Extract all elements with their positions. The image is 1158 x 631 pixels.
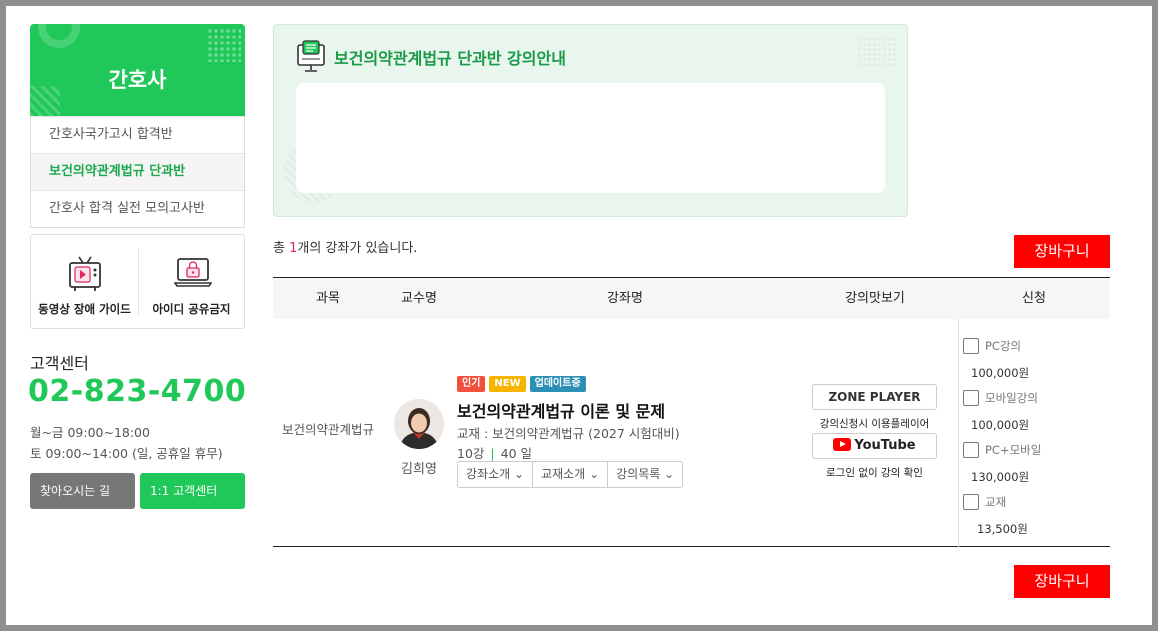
- checkbox[interactable]: [963, 390, 979, 406]
- row-subject: 보건의약관계법규: [281, 422, 374, 437]
- zone-player-button[interactable]: ZONE PLAYER: [812, 384, 937, 410]
- sidebar-item-law-course[interactable]: 보건의약관계법규 단과반: [31, 153, 244, 190]
- customer-center-title: 고객센터: [30, 354, 89, 373]
- option-pc[interactable]: PC강의: [963, 338, 1021, 354]
- header-preview: 강의맛보기: [845, 291, 905, 306]
- sidebar-item-national-exam[interactable]: 간호사국가고시 합격반: [31, 116, 244, 153]
- course-intro-label: 강좌소개: [466, 467, 511, 481]
- badge-updating: 업데이트중: [529, 376, 586, 392]
- id-share-label: 아이디 공유금지: [152, 302, 231, 316]
- youtube-play-icon: [833, 438, 852, 451]
- inquiry-button[interactable]: 1:1 고객센터: [140, 473, 245, 509]
- customer-center-phone: 02-823-4700: [28, 374, 247, 409]
- category-header: 간호사: [30, 24, 245, 116]
- decor-dots: [207, 28, 241, 62]
- category-title: 간호사: [108, 68, 167, 92]
- course-duration: 40 일: [500, 446, 533, 461]
- youtube-label: YouTube: [854, 438, 916, 453]
- notice-title: 보건의약관계법규 단과반 강의안내: [334, 49, 566, 68]
- checkbox[interactable]: [963, 338, 979, 354]
- customer-center-hours: 월~금 09:00~18:00 토 09:00~14:00 (일, 공휴일 휴무…: [30, 422, 223, 464]
- zone-player-caption: 강의신청시 이용플레이어: [819, 418, 930, 430]
- option-pc-mobile-label: PC+모바일: [985, 443, 1042, 457]
- option-book-label: 교재: [985, 495, 1007, 509]
- header-professor: 교수명: [401, 291, 437, 306]
- course-count: 총 1개의 강좌가 있습니다.: [273, 237, 417, 256]
- checkbox[interactable]: [963, 494, 979, 510]
- youtube-button[interactable]: YouTube: [812, 433, 937, 459]
- option-pc-label: PC강의: [985, 339, 1022, 353]
- professor-avatar: [394, 399, 444, 449]
- course-button-group: 강좌소개 ⌄ 교재소개 ⌄ 강의목록 ⌄: [457, 461, 684, 488]
- course-meta: 10강 | 40 일: [457, 443, 532, 462]
- cart-button-top[interactable]: 장바구니: [1014, 235, 1110, 268]
- course-title[interactable]: 보건의약관계법규 이론 및 문제: [457, 398, 665, 422]
- decor-dots: [857, 37, 897, 67]
- badge-popular: 인기: [457, 376, 486, 392]
- course-table: 과목 교수명 강좌명 강의맛보기 신청 보건의약관계법규 김희영 인기 NEW …: [273, 277, 1110, 547]
- lecture-count: 10강: [457, 446, 485, 461]
- sidebar-menu: 간호사국가고시 합격반 보건의약관계법규 단과반 간호사 합격 실전 모의고사반: [30, 116, 245, 228]
- header-subject: 과목: [316, 291, 340, 306]
- option-mobile[interactable]: 모바일강의: [963, 390, 1038, 406]
- professor-name[interactable]: 김희영: [389, 458, 449, 477]
- chevron-down-icon: ⌄: [514, 467, 525, 481]
- laptop-lock-icon: [174, 258, 212, 287]
- tv-icon: [69, 256, 101, 291]
- professor-photo: [394, 399, 444, 449]
- option-pc-mobile[interactable]: PC+모바일: [963, 442, 1041, 458]
- chevron-down-icon: ⌄: [589, 467, 600, 481]
- option-book-price: 13,500원: [977, 522, 1028, 536]
- monitor-chat-icon: [297, 40, 325, 72]
- course-book: 교재 : 보건의약관계법규 (2027 시험대비): [457, 426, 680, 441]
- course-notice: 보건의약관계법규 단과반 강의안내: [273, 24, 908, 217]
- count-suffix: 개의 강좌가 있습니다.: [297, 241, 418, 256]
- book-intro-button[interactable]: 교재소개 ⌄: [533, 462, 609, 487]
- directions-button[interactable]: 찾아오시는 길: [30, 473, 135, 509]
- header-apply: 신청: [1022, 291, 1046, 306]
- apply-options: PC강의 100,000원 모바일강의 100,000원 PC+모바일 130,…: [958, 319, 1110, 547]
- meta-separator: |: [490, 446, 495, 461]
- table-row: 보건의약관계법규 김희영 인기 NEW 업데이트중 보건의약관계법규 이론 및 …: [273, 319, 1110, 547]
- cart-button-bottom[interactable]: 장바구니: [1014, 565, 1110, 598]
- checkbox[interactable]: [963, 442, 979, 458]
- video-guide-label: 동영상 장애 가이드: [38, 302, 131, 316]
- option-pc-mobile-price: 130,000원: [971, 470, 1030, 484]
- notice-content-box: [296, 83, 885, 193]
- decor-circle: [38, 24, 80, 48]
- video-guide-link[interactable]: 동영상 장애 가이드: [31, 235, 138, 330]
- page-frame: 간호사 간호사국가고시 합격반 보건의약관계법규 단과반 간호사 합격 실전 모…: [6, 6, 1152, 625]
- lecture-list-button[interactable]: 강의목록 ⌄: [608, 462, 682, 487]
- badge-new: NEW: [489, 376, 526, 392]
- count-prefix: 총: [273, 241, 290, 256]
- weekday-hours: 월~금 09:00~18:00: [30, 425, 150, 440]
- zone-player-label: ZONE PLAYER: [828, 390, 921, 404]
- lecture-list-label: 강의목록: [616, 467, 661, 481]
- chevron-down-icon: ⌄: [664, 467, 675, 481]
- course-badges: 인기 NEW 업데이트중: [457, 376, 586, 392]
- youtube-caption: 로그인 없이 강의 확인: [826, 467, 923, 479]
- weekend-hours: 토 09:00~14:00 (일, 공휴일 휴무): [30, 446, 223, 461]
- option-pc-price: 100,000원: [971, 366, 1030, 380]
- guide-box: 동영상 장애 가이드 아이디 공유금지: [30, 234, 245, 329]
- option-mobile-price: 100,000원: [971, 418, 1030, 432]
- option-mobile-label: 모바일강의: [985, 391, 1038, 405]
- table-header: 과목 교수명 강좌명 강의맛보기 신청: [273, 277, 1110, 319]
- option-book[interactable]: 교재: [963, 494, 1006, 510]
- sidebar-item-mock-exam[interactable]: 간호사 합격 실전 모의고사반: [31, 190, 244, 227]
- id-share-link[interactable]: 아이디 공유금지: [138, 235, 245, 330]
- header-course: 강좌명: [607, 291, 643, 306]
- course-intro-button[interactable]: 강좌소개 ⌄: [458, 462, 534, 487]
- book-intro-label: 교재소개: [541, 467, 586, 481]
